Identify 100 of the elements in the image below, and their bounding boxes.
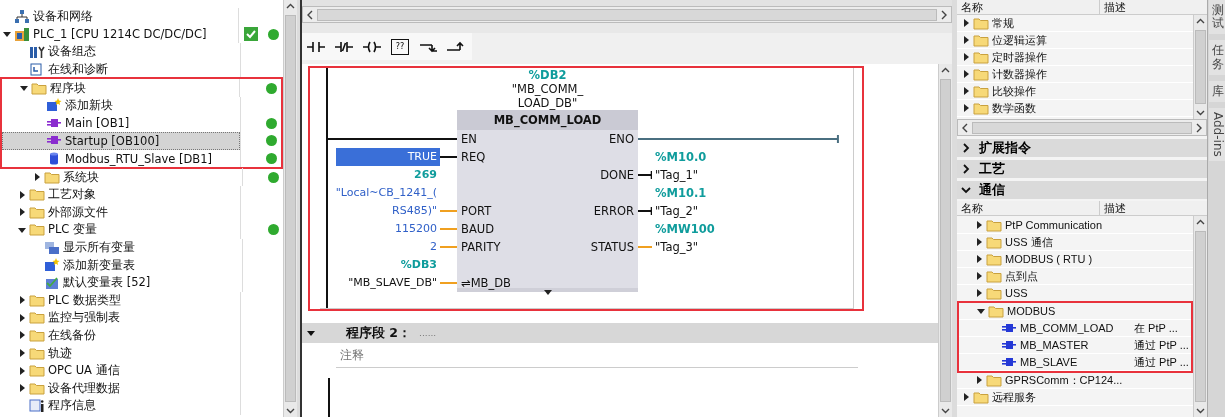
- tree-toggle-icon[interactable]: [17, 348, 27, 359]
- folder-icon: [973, 32, 989, 48]
- folder-icon: [986, 285, 1002, 301]
- vertical-scrollbar[interactable]: [1193, 15, 1207, 119]
- tree-item[interactable]: 工艺对象: [0, 185, 241, 204]
- instruction-item[interactable]: 数学函数: [957, 100, 1103, 116]
- operand[interactable]: TRUE: [336, 148, 440, 166]
- side-tab[interactable]: 库: [1209, 80, 1225, 102]
- operand-address: %M10.0: [654, 149, 708, 166]
- column-header: 描述: [1103, 0, 1126, 14]
- tree-item[interactable]: 设备组态: [0, 43, 241, 61]
- tree-toggle-icon[interactable]: [974, 288, 984, 298]
- tree-item[interactable]: 程序块: [2, 79, 239, 97]
- tree-toggle-icon[interactable]: [961, 35, 971, 45]
- comment-field[interactable]: 注释: [336, 343, 858, 368]
- empty-box-tool[interactable]: ??: [386, 33, 414, 60]
- tree-item[interactable]: Main [OB1]: [2, 114, 240, 133]
- operand[interactable]: "Tag_3": [652, 238, 842, 256]
- instruction-item[interactable]: 计数器操作: [957, 66, 1103, 82]
- tree-item[interactable]: PLC 变量: [0, 221, 241, 239]
- tree-item[interactable]: 轨迹: [0, 344, 241, 362]
- tree-item[interactable]: 显示所有变量: [0, 238, 242, 257]
- tree-toggle-icon[interactable]: [974, 220, 984, 230]
- tree-toggle-icon[interactable]: [974, 254, 984, 264]
- tree-toggle-icon[interactable]: [976, 306, 986, 316]
- operand[interactable]: "Tag_2": [652, 202, 842, 220]
- instruction-item[interactable]: 比较操作: [957, 83, 1103, 99]
- instruction-item[interactable]: USS 通信: [957, 234, 1116, 250]
- tree-item[interactable]: 监控与强制表: [0, 309, 241, 327]
- tree-item[interactable]: 设备和网络: [0, 8, 239, 26]
- section-header[interactable]: 通信: [957, 181, 1207, 199]
- tree-toggle-icon[interactable]: [17, 207, 27, 218]
- instruction-item[interactable]: 定时器操作: [957, 49, 1103, 65]
- tree-toggle-icon[interactable]: [961, 103, 971, 113]
- tree-toggle-icon[interactable]: [17, 330, 27, 341]
- tree-toggle-icon[interactable]: [17, 383, 27, 394]
- tree-item[interactable]: PLC 数据类型: [0, 291, 241, 310]
- instruction-item[interactable]: PtP Communication: [957, 217, 1116, 233]
- instruction-item[interactable]: MODBUS ( RTU ): [957, 251, 1116, 267]
- horizontal-scrollbar[interactable]: [957, 119, 1207, 136]
- instruction-item[interactable]: MB_SLAVE: [959, 354, 1131, 370]
- pin-label: EN: [460, 131, 478, 148]
- tree-toggle-icon[interactable]: [17, 365, 27, 376]
- tree-toggle-icon[interactable]: [961, 86, 971, 96]
- section-header[interactable]: 扩展指令: [957, 139, 1207, 157]
- instruction-item[interactable]: GPRSComm：CP124...: [957, 372, 1123, 388]
- vertical-scrollbar[interactable]: [938, 64, 952, 417]
- tree-item[interactable]: 设备代理数据: [0, 379, 241, 398]
- vertical-scrollbar[interactable]: [283, 0, 297, 417]
- tree-item[interactable]: Startup [OB100]: [2, 132, 240, 150]
- side-tab[interactable]: 测试: [1209, 0, 1225, 35]
- folder-icon: [986, 372, 1002, 388]
- instruction-item[interactable]: 点到点: [957, 268, 1116, 284]
- operand[interactable]: 115200: [328, 220, 440, 238]
- instruction-item[interactable]: 位逻辑运算: [957, 32, 1103, 48]
- diagnostics-icon: [29, 62, 45, 78]
- operand[interactable]: "Tag_1": [652, 166, 842, 184]
- tree-item[interactable]: Modbus_RTU_Slave [DB1]: [2, 149, 240, 168]
- tree-toggle-icon[interactable]: [17, 312, 27, 323]
- tree-toggle-icon[interactable]: [17, 295, 27, 306]
- instruction-item[interactable]: 常规: [957, 15, 1103, 31]
- tree-toggle-icon[interactable]: [974, 237, 984, 247]
- tree-toggle-icon[interactable]: [32, 172, 42, 183]
- tree-item[interactable]: OPC UA 通信: [0, 361, 241, 380]
- operand[interactable]: "Local~CB_1241_( RS485)": [328, 184, 440, 220]
- operand-address: 269: [413, 167, 438, 183]
- instruction-item[interactable]: USS: [957, 285, 1116, 301]
- configuration-icon: [29, 44, 45, 60]
- tree-toggle-icon[interactable]: [961, 69, 971, 79]
- tree-item[interactable]: 添加新块: [2, 96, 240, 115]
- tree-toggle-icon[interactable]: [974, 375, 984, 385]
- folder-icon: [44, 169, 60, 185]
- tree-item[interactable]: 外部源文件: [0, 203, 241, 222]
- tree-item[interactable]: 系统块: [0, 168, 242, 186]
- instruction-item[interactable]: MB_COMM_LOAD: [959, 320, 1131, 336]
- tree-item[interactable]: 在线和诊断: [0, 60, 241, 79]
- tree-item[interactable]: 程序信息: [0, 397, 241, 415]
- tree-item[interactable]: 默认变量表 [52]: [0, 273, 242, 292]
- collapse-arrow-icon[interactable]: [306, 328, 316, 338]
- tree-toggle-icon[interactable]: [974, 271, 984, 281]
- side-tab[interactable]: Add-ins: [1209, 107, 1225, 161]
- instruction-item[interactable]: MODBUS: [959, 303, 1118, 319]
- tree-toggle-icon[interactable]: [961, 392, 971, 402]
- expand-arrow-icon[interactable]: [543, 290, 552, 295]
- operand[interactable]: "MB_SLAVE_DB": [328, 274, 440, 292]
- tree-toggle-icon[interactable]: [17, 189, 27, 200]
- section-header[interactable]: 工艺: [957, 160, 1207, 178]
- operand-address: %DB3: [399, 257, 438, 273]
- side-tab[interactable]: 任务: [1209, 40, 1225, 75]
- tree-toggle-icon[interactable]: [961, 18, 971, 28]
- horizontal-scrollbar[interactable]: [302, 6, 952, 23]
- tree-item[interactable]: 添加新变量表: [0, 256, 242, 274]
- pin-label: ⇌MB_DB: [460, 275, 512, 292]
- instruction-item[interactable]: 远程服务: [957, 389, 1103, 405]
- tree-item[interactable]: PLC_1 [CPU 1214C DC/DC/DC]: [0, 25, 239, 44]
- operand[interactable]: 2: [328, 238, 440, 256]
- tree-toggle-icon[interactable]: [961, 52, 971, 62]
- vertical-scrollbar[interactable]: [1193, 216, 1207, 417]
- instruction-item[interactable]: MB_MASTER: [959, 337, 1131, 353]
- tree-item[interactable]: 在线备份: [0, 326, 241, 345]
